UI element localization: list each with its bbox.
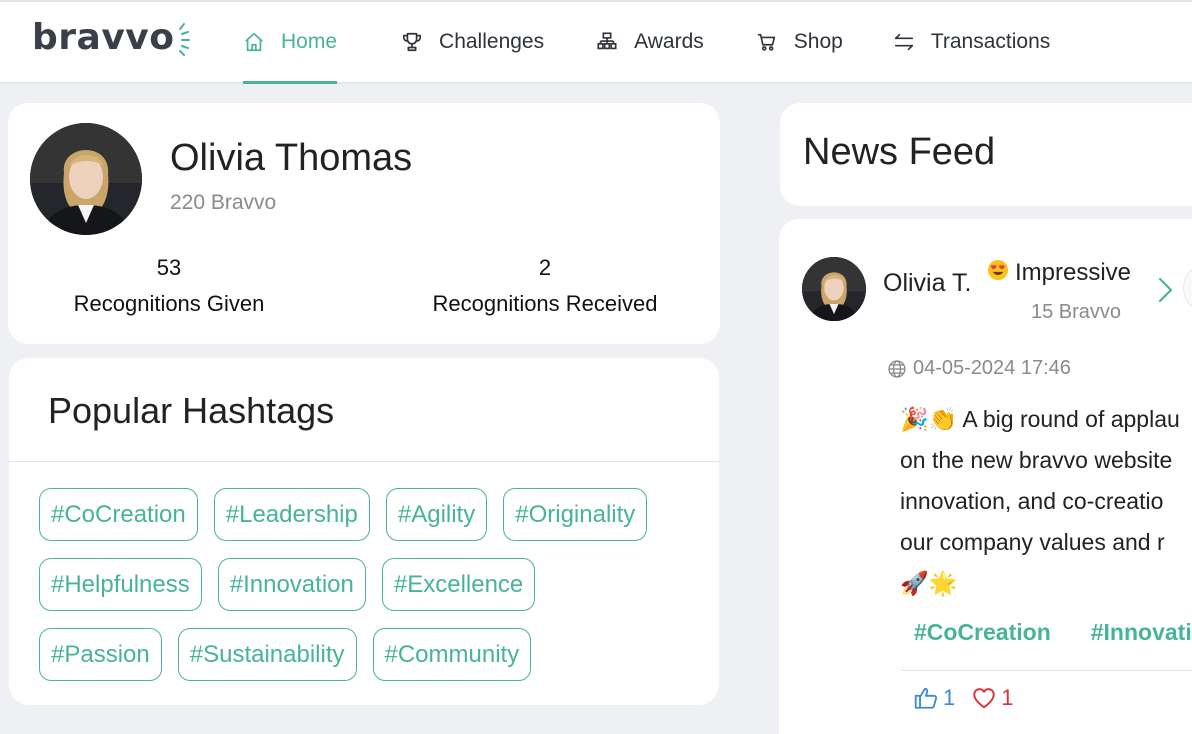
logo-burst-icon	[179, 23, 191, 56]
post-body-line: 🚀🌟	[900, 570, 958, 596]
post-body-line: innovation, and co-creatio	[900, 488, 1164, 514]
news-feed-title: News Feed	[803, 131, 996, 173]
hashtag-chip[interactable]: #Passion	[39, 628, 162, 681]
post-badge: Impressive	[987, 259, 1131, 287]
post-hashtag[interactable]: #Innovatio	[1091, 619, 1192, 646]
nav-transactions[interactable]: Transactions	[893, 2, 1050, 82]
post-author-avatar[interactable]	[802, 257, 866, 321]
heart-icon	[973, 688, 995, 709]
bravvo-logo[interactable]: bravvo	[32, 20, 194, 56]
trophy-icon	[402, 32, 422, 52]
post-body: 🎉👏 A big round of applau on the new brav…	[900, 399, 1192, 604]
nav-challenges-label: Challenges	[439, 30, 545, 53]
cart-icon	[757, 33, 775, 51]
hashtag-chip[interactable]: #Community	[372, 628, 532, 681]
nav-transactions-label: Transactions	[930, 30, 1051, 53]
hashtag-chip[interactable]: #Excellence	[381, 558, 536, 611]
hashtag-row: #Passion #Sustainability #Community	[39, 628, 699, 681]
main-nav: Home Challenges Awards Shop Transactions	[243, 2, 1114, 84]
like-count: 1	[943, 685, 956, 710]
hashtag-row: #CoCreation #Leadership #Agility #Origin…	[39, 488, 699, 541]
hashtag-chip[interactable]: #Originality	[503, 488, 648, 541]
recognitions-given-count: 53	[156, 255, 182, 280]
avatar-photo	[802, 257, 866, 321]
post-author-name[interactable]: Olivia T.	[883, 269, 971, 298]
profile-name: Olivia Thomas	[170, 137, 413, 179]
recognitions-received-label: Recognitions Received	[432, 291, 658, 316]
heart-count: 1	[1001, 685, 1014, 710]
awards-icon	[597, 32, 617, 50]
recognitions-received-count: 2	[538, 255, 552, 280]
top-navigation-bar: bravvo Home Challenges Awards Shop Trans…	[0, 0, 1192, 84]
recognitions-given-stat[interactable]: 53 Recognitions Given	[68, 255, 270, 317]
post-divider	[901, 670, 1192, 671]
popular-hashtags-card: Popular Hashtags #CoCreation #Leadership…	[9, 358, 719, 705]
nav-home[interactable]: Home	[243, 2, 338, 84]
chevron-right-icon[interactable]	[1155, 275, 1175, 305]
post-bravvo-points: 15 Bravvo	[1031, 301, 1122, 323]
nav-shop[interactable]: Shop	[756, 2, 843, 82]
like-button[interactable]: 1	[913, 685, 955, 711]
recognitions-received-stat[interactable]: 2 Recognitions Received	[420, 255, 670, 317]
nav-awards-label: Awards	[634, 30, 704, 53]
thumbs-up-icon	[914, 687, 938, 709]
avatar-photo	[30, 123, 142, 235]
home-icon	[245, 32, 263, 52]
recipient-avatar[interactable]	[1183, 263, 1192, 313]
nav-shop-label: Shop	[793, 30, 843, 53]
heart-eyes-emoji-icon	[987, 259, 1009, 281]
hashtag-list: #CoCreation #Leadership #Agility #Origin…	[39, 488, 699, 698]
nav-home-label: Home	[281, 30, 338, 53]
news-feed-header: News Feed	[780, 103, 1192, 206]
post-hashtags: #CoCreation #Innovatio	[914, 619, 1192, 646]
hashtag-chip[interactable]: #CoCreation	[39, 488, 198, 541]
hashtags-divider	[9, 461, 719, 462]
hashtag-chip[interactable]: #Leadership	[213, 488, 370, 541]
post-timestamp: 04-05-2024 17:46	[913, 357, 1071, 379]
globe-icon	[888, 359, 906, 378]
love-button[interactable]: 1	[971, 685, 1014, 711]
profile-points: 220 Bravvo	[170, 191, 277, 214]
profile-card: Olivia Thomas 220 Bravvo 53 Recognitions…	[8, 103, 720, 344]
hashtag-chip[interactable]: #Agility	[385, 488, 488, 541]
feed-post-card: Olivia T. Impressive 15 Bravvo 04-05-202…	[779, 219, 1192, 734]
post-hashtag[interactable]: #CoCreation	[914, 619, 1051, 646]
hashtag-chip[interactable]: #Innovation	[217, 558, 366, 611]
logo-text: bravvo	[32, 17, 175, 58]
transfer-icon	[894, 33, 913, 51]
hashtag-row: #Helpfulness #Innovation #Excellence	[39, 558, 699, 611]
post-reactions: 1 1	[913, 685, 1030, 711]
post-meta: 04-05-2024 17:46	[887, 357, 1071, 380]
profile-avatar[interactable]	[30, 123, 142, 235]
nav-awards[interactable]: Awards	[596, 2, 704, 82]
hashtags-title: Popular Hashtags	[48, 390, 335, 431]
hashtag-chip[interactable]: #Helpfulness	[39, 558, 202, 611]
post-body-line: 🎉👏 A big round of applau	[900, 406, 1180, 432]
recognitions-given-label: Recognitions Given	[73, 291, 265, 316]
hashtag-chip[interactable]: #Sustainability	[177, 628, 357, 681]
nav-challenges[interactable]: Challenges	[401, 2, 544, 82]
post-body-line: on the new bravvo website	[900, 447, 1173, 473]
post-badge-label: Impressive	[1015, 259, 1132, 286]
post-body-line: our company values and r	[900, 529, 1165, 555]
